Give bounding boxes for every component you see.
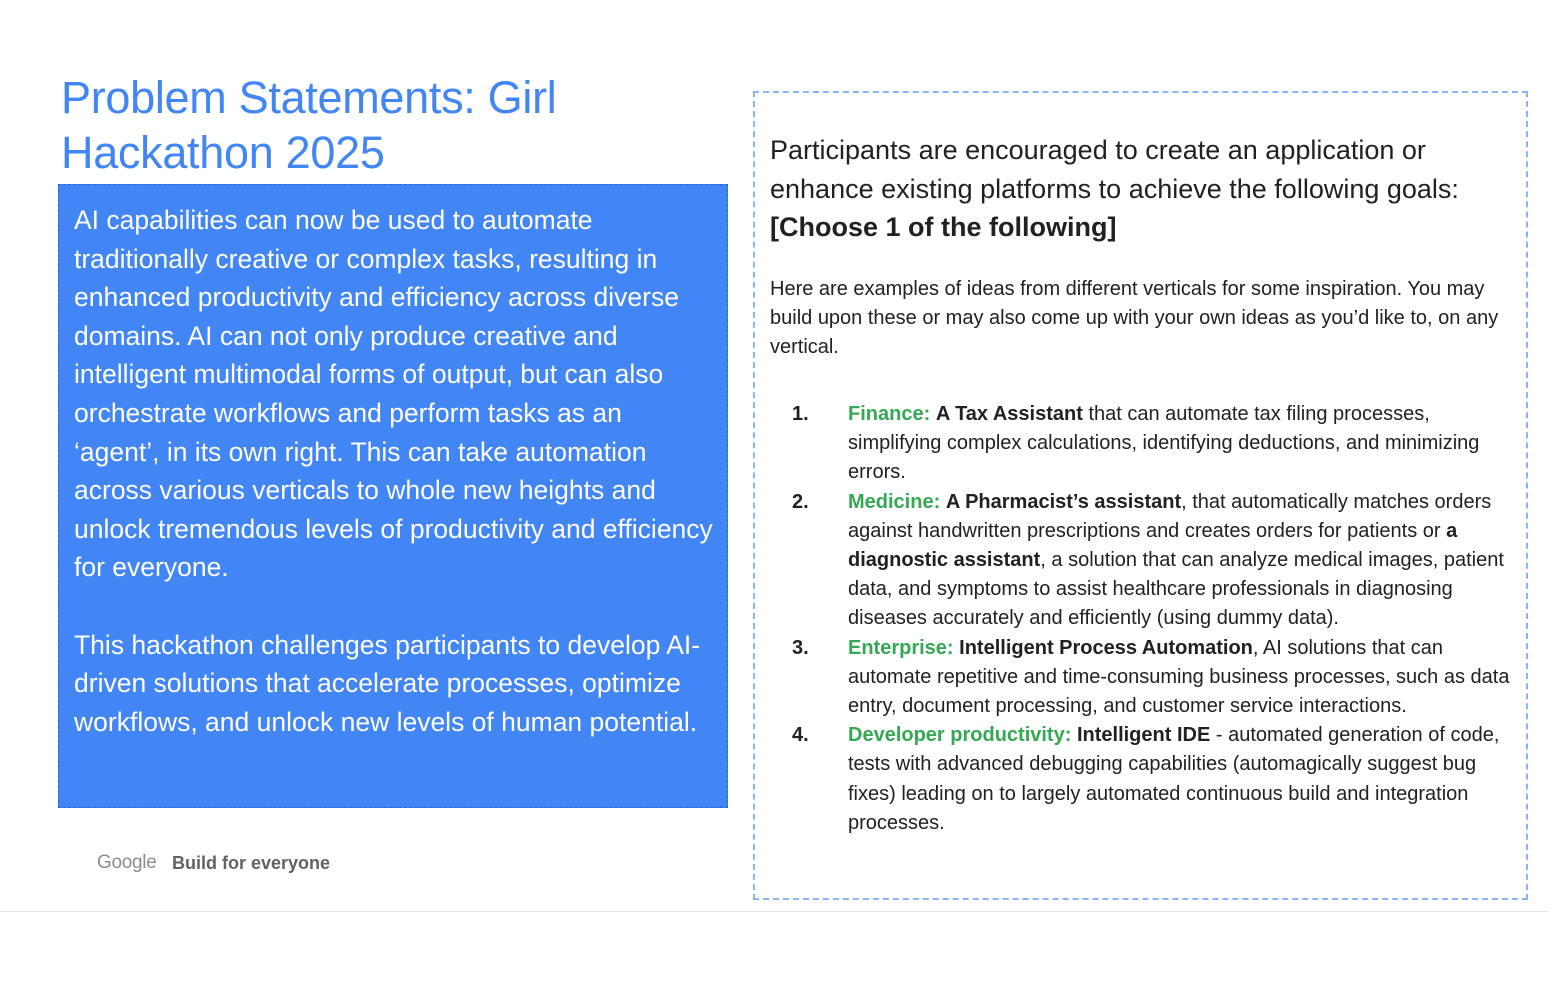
- item-highlight: Intelligent Process Automation: [959, 636, 1253, 659]
- goals-intro: Here are examples of ideas from differen…: [770, 278, 1499, 359]
- intro-paragraph: This hackathon challenges participants t…: [74, 629, 701, 737]
- list-item: 2. Medicine: A Pharmacist’s assistant, t…: [770, 488, 1510, 634]
- list-number: 1.: [792, 403, 809, 425]
- goals-choose-note: [Choose 1 of the following]: [770, 212, 1117, 242]
- goals-list: 1. Finance: A Tax Assistant that can aut…: [770, 400, 1510, 838]
- google-logo: Google: [97, 852, 157, 873]
- category-label: Developer productivity:: [848, 724, 1072, 747]
- item-highlight: A Pharmacist’s assistant: [945, 490, 1182, 513]
- bottom-divider: [0, 911, 1548, 912]
- category-label: Enterprise:: [848, 636, 954, 659]
- list-number: 2.: [792, 490, 809, 513]
- list-item-text: Medicine: A Pharmacist’s assistant, that…: [848, 490, 1504, 630]
- list-item-text: Finance: A Tax Assistant that can automa…: [848, 403, 1480, 484]
- goals-lead: Participants are encouraged to create an…: [770, 131, 1510, 247]
- list-item: 4. Developer productivity: Intelligent I…: [770, 721, 1510, 838]
- category-label: Finance:: [848, 403, 931, 425]
- goals-lead-text: Participants are encouraged to create an…: [770, 135, 1459, 204]
- list-number: 4.: [792, 724, 809, 747]
- footer-tagline: Build for everyone: [172, 853, 331, 873]
- intro-paragraph: AI capabilities can now be used to autom…: [74, 205, 713, 583]
- goals-text-box: Participants are encouraged to create an…: [753, 91, 1528, 900]
- item-highlight: Intelligent IDE: [1076, 724, 1211, 747]
- page-title: Problem Statements: Girl Hackathon 2025: [61, 72, 557, 178]
- list-item: 1. Finance: A Tax Assistant that can aut…: [770, 400, 1510, 488]
- intro-text-box: AI capabilities can now be used to autom…: [58, 184, 728, 808]
- list-item-text: Enterprise: Intelligent Process Automati…: [848, 636, 1510, 718]
- category-label: Medicine:: [848, 490, 941, 513]
- list-number: 3.: [792, 636, 809, 659]
- list-item: 3. Enterprise: Intelligent Process Autom…: [770, 634, 1510, 722]
- list-item-text: Developer productivity: Intelligent IDE …: [848, 724, 1500, 834]
- item-highlight: A Tax Assistant: [935, 403, 1083, 425]
